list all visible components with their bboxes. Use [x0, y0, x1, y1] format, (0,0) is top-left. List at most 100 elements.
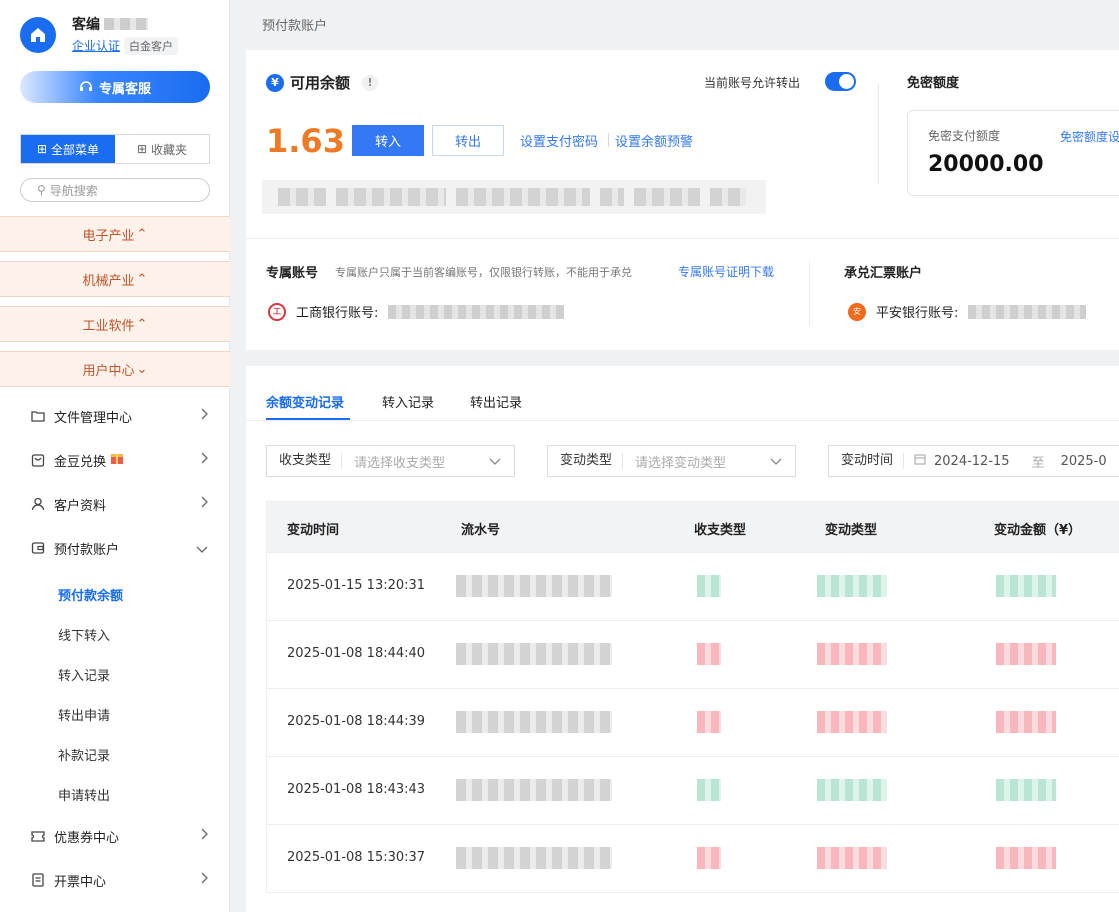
sub-offline-transfer[interactable]: 线下转入 — [58, 625, 110, 644]
tab-transfer-in[interactable]: 转入记录 — [382, 392, 434, 411]
nav-search-input[interactable]: ⚲ 导航搜索 — [20, 178, 210, 202]
redacted-amount — [996, 847, 1056, 869]
folder-icon — [30, 408, 46, 424]
redacted-income-type — [697, 779, 721, 801]
sub-apply-transfer-out[interactable]: 申请转出 — [58, 785, 110, 804]
tab-all-menu[interactable]: ⊞ 全部菜单 — [21, 135, 115, 163]
certify-link[interactable]: 企业认证 — [72, 37, 120, 54]
dedicated-account-note: 专属账户只属于当前客编账号，仅限银行转账，不能用于承兑 — [335, 266, 632, 279]
sub-prepaid-balance[interactable]: 预付款余额 — [58, 585, 123, 604]
nav-label: 预付款账户 — [54, 542, 120, 558]
table-header: 变动时间 流水号 收支类型 变动类型 变动金额（¥） — [267, 502, 1119, 552]
free-pay-settings-link[interactable]: 免密额度设 — [1060, 128, 1119, 145]
search-icon: ⚲ — [37, 183, 46, 197]
tab-transfer-out[interactable]: 转出记录 — [470, 392, 522, 411]
icbc-logo-icon: 工 — [268, 302, 286, 321]
active-tab-indicator — [266, 418, 350, 420]
nav-label: 开票中心 — [54, 874, 107, 890]
filter-label: 收支类型 — [267, 453, 343, 469]
set-balance-alert-link[interactable]: 设置余额预警 — [615, 131, 693, 150]
chevron-down-icon: ⌄ — [136, 361, 148, 377]
category-machinery[interactable]: 机械产业 ⌃ — [0, 261, 230, 297]
dedicated-proof-download-link[interactable]: 专属账号证明下载 — [678, 263, 774, 280]
document-icon — [30, 872, 46, 888]
nav-prepaid-account[interactable]: 预付款账户 — [0, 526, 230, 570]
chevron-right-icon — [200, 872, 208, 888]
nav-customer-info[interactable]: 客户资料 — [0, 482, 230, 526]
sub-transfer-in-records[interactable]: 转入记录 — [58, 665, 110, 684]
nav-label: 文件管理中心 — [54, 410, 133, 426]
category-user-center[interactable]: 用户中心 ⌄ — [0, 351, 230, 387]
tab-favorites[interactable]: ⊞ 收藏夹 — [115, 135, 209, 163]
chevron-right-icon — [200, 408, 208, 424]
service-button-label: 专属客服 — [98, 81, 151, 97]
balance-amount: 1.63 — [266, 122, 345, 160]
category-electronics[interactable]: 电子产业 ⌃ — [0, 216, 230, 252]
date-from[interactable]: 2024-12-15 — [934, 454, 1010, 469]
icbc-account-row: 工 工商银行账号: — [268, 302, 565, 321]
chevron-up-icon: ⌃ — [136, 271, 148, 287]
pingan-label: 平安银行账号: — [876, 306, 959, 321]
change-type-select[interactable]: 变动类型 请选择变动类型 — [547, 445, 796, 477]
redacted-change-type — [817, 847, 887, 869]
free-pay-title: 免密额度 — [907, 76, 960, 91]
tab-divider — [246, 420, 1119, 421]
redacted-name — [104, 18, 148, 30]
sub-supplement-records[interactable]: 补款记录 — [58, 745, 110, 764]
calendar-icon — [904, 453, 934, 469]
vip-badge: 白金客户 — [124, 37, 178, 55]
nav-file-management[interactable]: 文件管理中心 — [0, 394, 230, 438]
redacted-income-type — [697, 711, 721, 733]
gift-icon — [110, 451, 124, 469]
grid-icon: ⊞ — [136, 142, 148, 156]
table-row: 2025-01-08 18:44:39 — [267, 688, 1119, 756]
chevron-right-icon — [200, 828, 208, 844]
service-button[interactable]: 专属客服 — [20, 71, 210, 103]
category-industrial-software[interactable]: 工业软件 ⌃ — [0, 306, 230, 342]
chevron-down-icon — [196, 542, 208, 557]
breadcrumb: 预付款账户 — [262, 19, 328, 34]
tab-fav-label: 收藏夹 — [151, 142, 188, 157]
category-label: 工业软件 — [82, 318, 135, 334]
column-header: 变动时间 — [287, 523, 340, 538]
redacted-income-type — [697, 575, 721, 597]
tab-balance-changes[interactable]: 余额变动记录 — [266, 392, 344, 411]
allow-transfer-toggle[interactable] — [825, 72, 856, 91]
home-avatar-icon[interactable] — [20, 17, 56, 53]
income-type-select[interactable]: 收支类型 请选择收支类型 — [266, 445, 515, 477]
records-table: 变动时间 流水号 收支类型 变动类型 变动金额（¥） 2025-01-15 13… — [266, 501, 1119, 893]
redacted-serial-number — [456, 711, 612, 733]
nav-invoice-center[interactable]: 开票中心 — [0, 858, 230, 902]
free-pay-label: 免密支付额度 — [928, 129, 1001, 143]
grid-icon: ⊞ — [36, 142, 48, 156]
sidebar: 客编 企业认证 白金客户 专属客服 ⊞ 全部菜单 ⊞ 收藏夹 ⚲ 导航搜索 电子产业… — [0, 0, 230, 912]
search-placeholder: 导航搜索 — [49, 183, 98, 198]
row-time: 2025-01-08 15:30:37 — [287, 850, 426, 865]
nav-coupon-center[interactable]: 优惠券中心 — [0, 814, 230, 858]
free-pay-amount: 20000.00 — [928, 152, 1044, 177]
transfer-in-button[interactable]: 转入 — [352, 125, 424, 156]
redacted-serial-number — [456, 643, 612, 665]
tab-all-label: 全部菜单 — [51, 142, 100, 157]
nav-label: 客户资料 — [54, 498, 107, 514]
free-pay-box: 免密支付额度 免密额度设 20000.00 — [907, 110, 1119, 196]
chevron-down-icon — [488, 454, 502, 472]
change-time-range[interactable]: 变动时间 2024-12-15 至 2025-0 — [828, 445, 1119, 477]
transfer-out-button[interactable]: 转出 — [432, 125, 504, 156]
date-to[interactable]: 2025-0 — [1061, 454, 1107, 469]
wallet-icon — [30, 540, 46, 556]
set-pay-password-link[interactable]: 设置支付密码 — [520, 131, 598, 150]
user-name: 客编 — [72, 14, 148, 34]
table-row: 2025-01-08 18:43:43 — [267, 756, 1119, 824]
redacted-serial-number — [456, 847, 612, 869]
divider — [246, 238, 1119, 239]
chevron-down-icon — [769, 454, 783, 472]
sub-transfer-out-apply[interactable]: 转出申请 — [58, 705, 110, 724]
category-label: 机械产业 — [82, 273, 135, 289]
divider — [878, 84, 879, 184]
table-row: 2025-01-15 13:20:31 — [267, 552, 1119, 620]
info-icon[interactable]: ! — [362, 74, 379, 91]
column-header: 变动金额（¥） — [994, 523, 1082, 538]
chevron-up-icon: ⌃ — [136, 316, 148, 332]
nav-golden-beans[interactable]: 金豆兑换 — [0, 438, 230, 482]
